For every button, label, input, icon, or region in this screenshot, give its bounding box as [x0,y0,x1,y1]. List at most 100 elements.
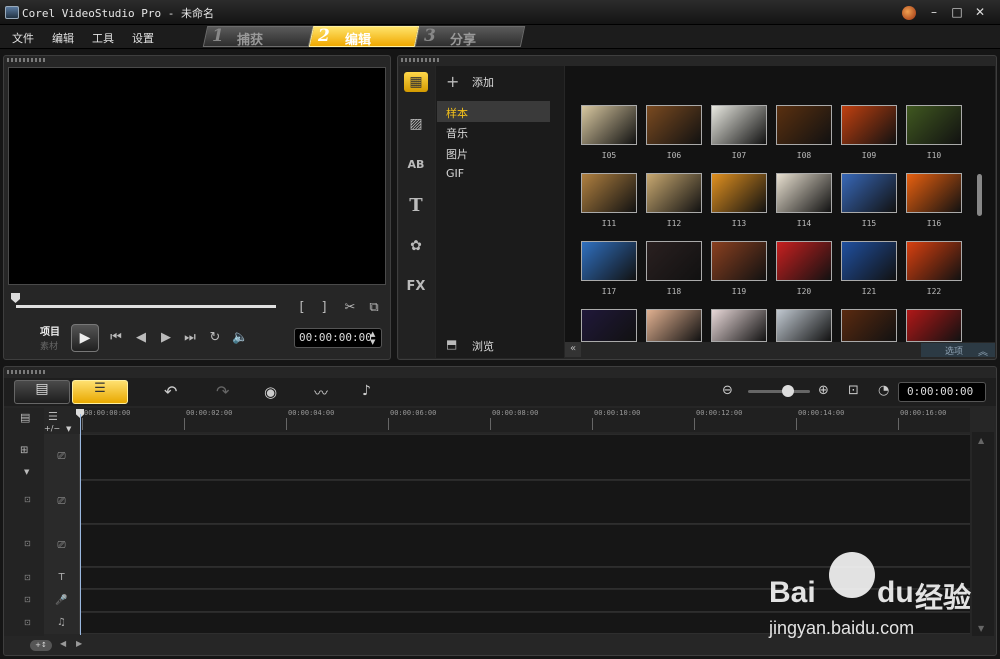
minimize-button[interactable]: – [925,5,943,20]
thumbnail-item[interactable] [581,241,637,281]
panel-grip[interactable] [401,58,439,62]
play-button[interactable]: ▶ [71,324,99,352]
film-strip-icon[interactable]: ▤ [20,411,30,424]
lock-icon[interactable]: ⊡ [24,573,31,582]
add-icon[interactable]: + [446,72,459,91]
menu-tools[interactable]: 工具 [92,30,114,46]
list-item-gif[interactable]: GIF [446,167,464,180]
scroll-left-icon[interactable]: ◀ [60,639,66,648]
chevron-down-icon[interactable]: ▼ [66,425,71,433]
undo-icon[interactable]: ↶ [164,382,177,401]
video-track[interactable] [44,434,970,480]
scroll-right-icon[interactable]: ▶ [76,639,82,648]
thumbnail-item[interactable] [581,309,637,342]
maximize-button[interactable]: □ [948,5,966,20]
browse-icon[interactable]: ⬒ [446,337,457,351]
thumbnail-item[interactable] [906,105,962,145]
timeline-view-button[interactable]: ☰ [72,380,128,404]
thumbnail-item[interactable] [841,241,897,281]
storyboard-view-button[interactable]: ▤ [14,380,70,404]
thumbnail-item[interactable] [776,241,832,281]
lock-icon[interactable]: ⊡ [24,495,31,504]
thumbnail-item[interactable] [646,241,702,281]
split-icon[interactable]: ✂ [342,300,358,315]
graphic-icon[interactable]: ✿ [404,236,428,256]
thumbnail-item[interactable] [711,173,767,213]
options-button[interactable]: 选项 ︽ [921,343,995,358]
lock-icon[interactable]: ⊡ [24,618,31,627]
thumbnail-item[interactable] [841,173,897,213]
thumbnail-item[interactable] [646,309,702,342]
menu-file[interactable]: 文件 [12,30,34,46]
menu-edit[interactable]: 编辑 [52,30,74,46]
list-item-samples[interactable]: 样本 [446,105,468,121]
end-icon[interactable]: ⏭ [182,330,198,345]
mark-out-icon[interactable]: ] [318,300,330,315]
thumbnail-item[interactable] [841,309,897,342]
ripple-edit-icon[interactable]: ⊞ [20,445,28,456]
preview-timecode[interactable]: 00:00:00:00 [294,328,382,348]
thumbnail-item[interactable] [906,309,962,342]
media-icon[interactable]: ▦ [404,72,428,92]
list-icon[interactable]: ☰ [48,410,58,423]
timecode-stepper[interactable]: ▲ ▼ [370,330,375,346]
zoom-out-icon[interactable]: ⊖ [722,383,733,398]
text-t-icon[interactable]: T [404,196,428,216]
auto-music-icon[interactable]: ♪ [362,383,371,399]
overlay-track-1[interactable] [44,480,970,524]
thumbnail-item[interactable] [841,105,897,145]
thumbnail-item[interactable] [711,241,767,281]
corel-logo-icon[interactable] [902,6,916,20]
next-frame-icon[interactable]: ▶ [158,330,174,345]
record-capture-icon[interactable]: ◉ [264,383,277,401]
prev-frame-icon[interactable]: ◀ [133,330,149,345]
thumbnail-item[interactable] [776,309,832,342]
thumbnail-label: I06 [666,151,682,160]
thumbnail-item[interactable] [646,173,702,213]
timeline-timecode[interactable]: 0:00:00:00 [898,382,986,402]
transition-icon[interactable]: ▨ [404,114,428,134]
zoom-in-icon[interactable]: ⊕ [818,383,829,398]
library-scrollbar[interactable] [977,174,982,216]
browse-button[interactable]: 浏览 [472,338,494,354]
thumbnail-item[interactable] [906,241,962,281]
fit-project-icon[interactable]: ⊡ [848,383,859,398]
chevron-down-icon[interactable]: ▼ [24,468,29,476]
lock-icon[interactable]: ⊡ [24,595,31,604]
thumbnail-item[interactable] [646,105,702,145]
fx-icon[interactable]: FX [404,277,428,297]
menu-settings[interactable]: 设置 [132,30,154,46]
home-icon[interactable]: ⏮ [108,330,124,345]
zoom-slider-handle[interactable] [782,385,794,397]
thumbnail-item[interactable] [776,105,832,145]
volume-icon[interactable]: 🔈 [232,330,248,345]
thumbnail-item[interactable] [581,105,637,145]
panel-grip[interactable] [7,370,45,374]
list-item-music[interactable]: 音乐 [446,125,468,141]
copy-icon[interactable]: ⧉ [366,300,382,315]
close-button[interactable]: ✕ [971,5,989,20]
thumbnail-item[interactable] [776,173,832,213]
zoom-slider[interactable] [748,390,810,393]
mark-in-icon[interactable]: [ [296,300,308,315]
repeat-icon[interactable]: ↻ [207,330,223,345]
lock-icon[interactable]: ⊡ [24,539,31,548]
redo-icon[interactable]: ↷ [216,382,229,401]
thumbnail-item[interactable] [711,309,767,342]
thumbnail-label: I13 [731,219,747,228]
audio-mixer-icon[interactable]: 〰 [314,383,328,403]
add-track-button[interactable]: +↕ [30,640,52,651]
add-button[interactable]: 添加 [472,74,494,90]
collapse-left-icon[interactable]: « [565,342,581,357]
add-remove-track[interactable]: +/− [44,424,60,433]
scroll-up-icon[interactable]: ▲ [978,436,984,445]
panel-grip[interactable] [7,58,45,62]
list-item-images[interactable]: 图片 [446,146,468,162]
scrub-track[interactable] [16,305,276,308]
title-ab-icon[interactable]: AB [404,155,428,175]
mode-clip[interactable]: 素材 [40,339,58,352]
thumbnail-item[interactable] [906,173,962,213]
thumbnail-item[interactable] [711,105,767,145]
mode-project[interactable]: 项目 [40,323,60,338]
thumbnail-item[interactable] [581,173,637,213]
